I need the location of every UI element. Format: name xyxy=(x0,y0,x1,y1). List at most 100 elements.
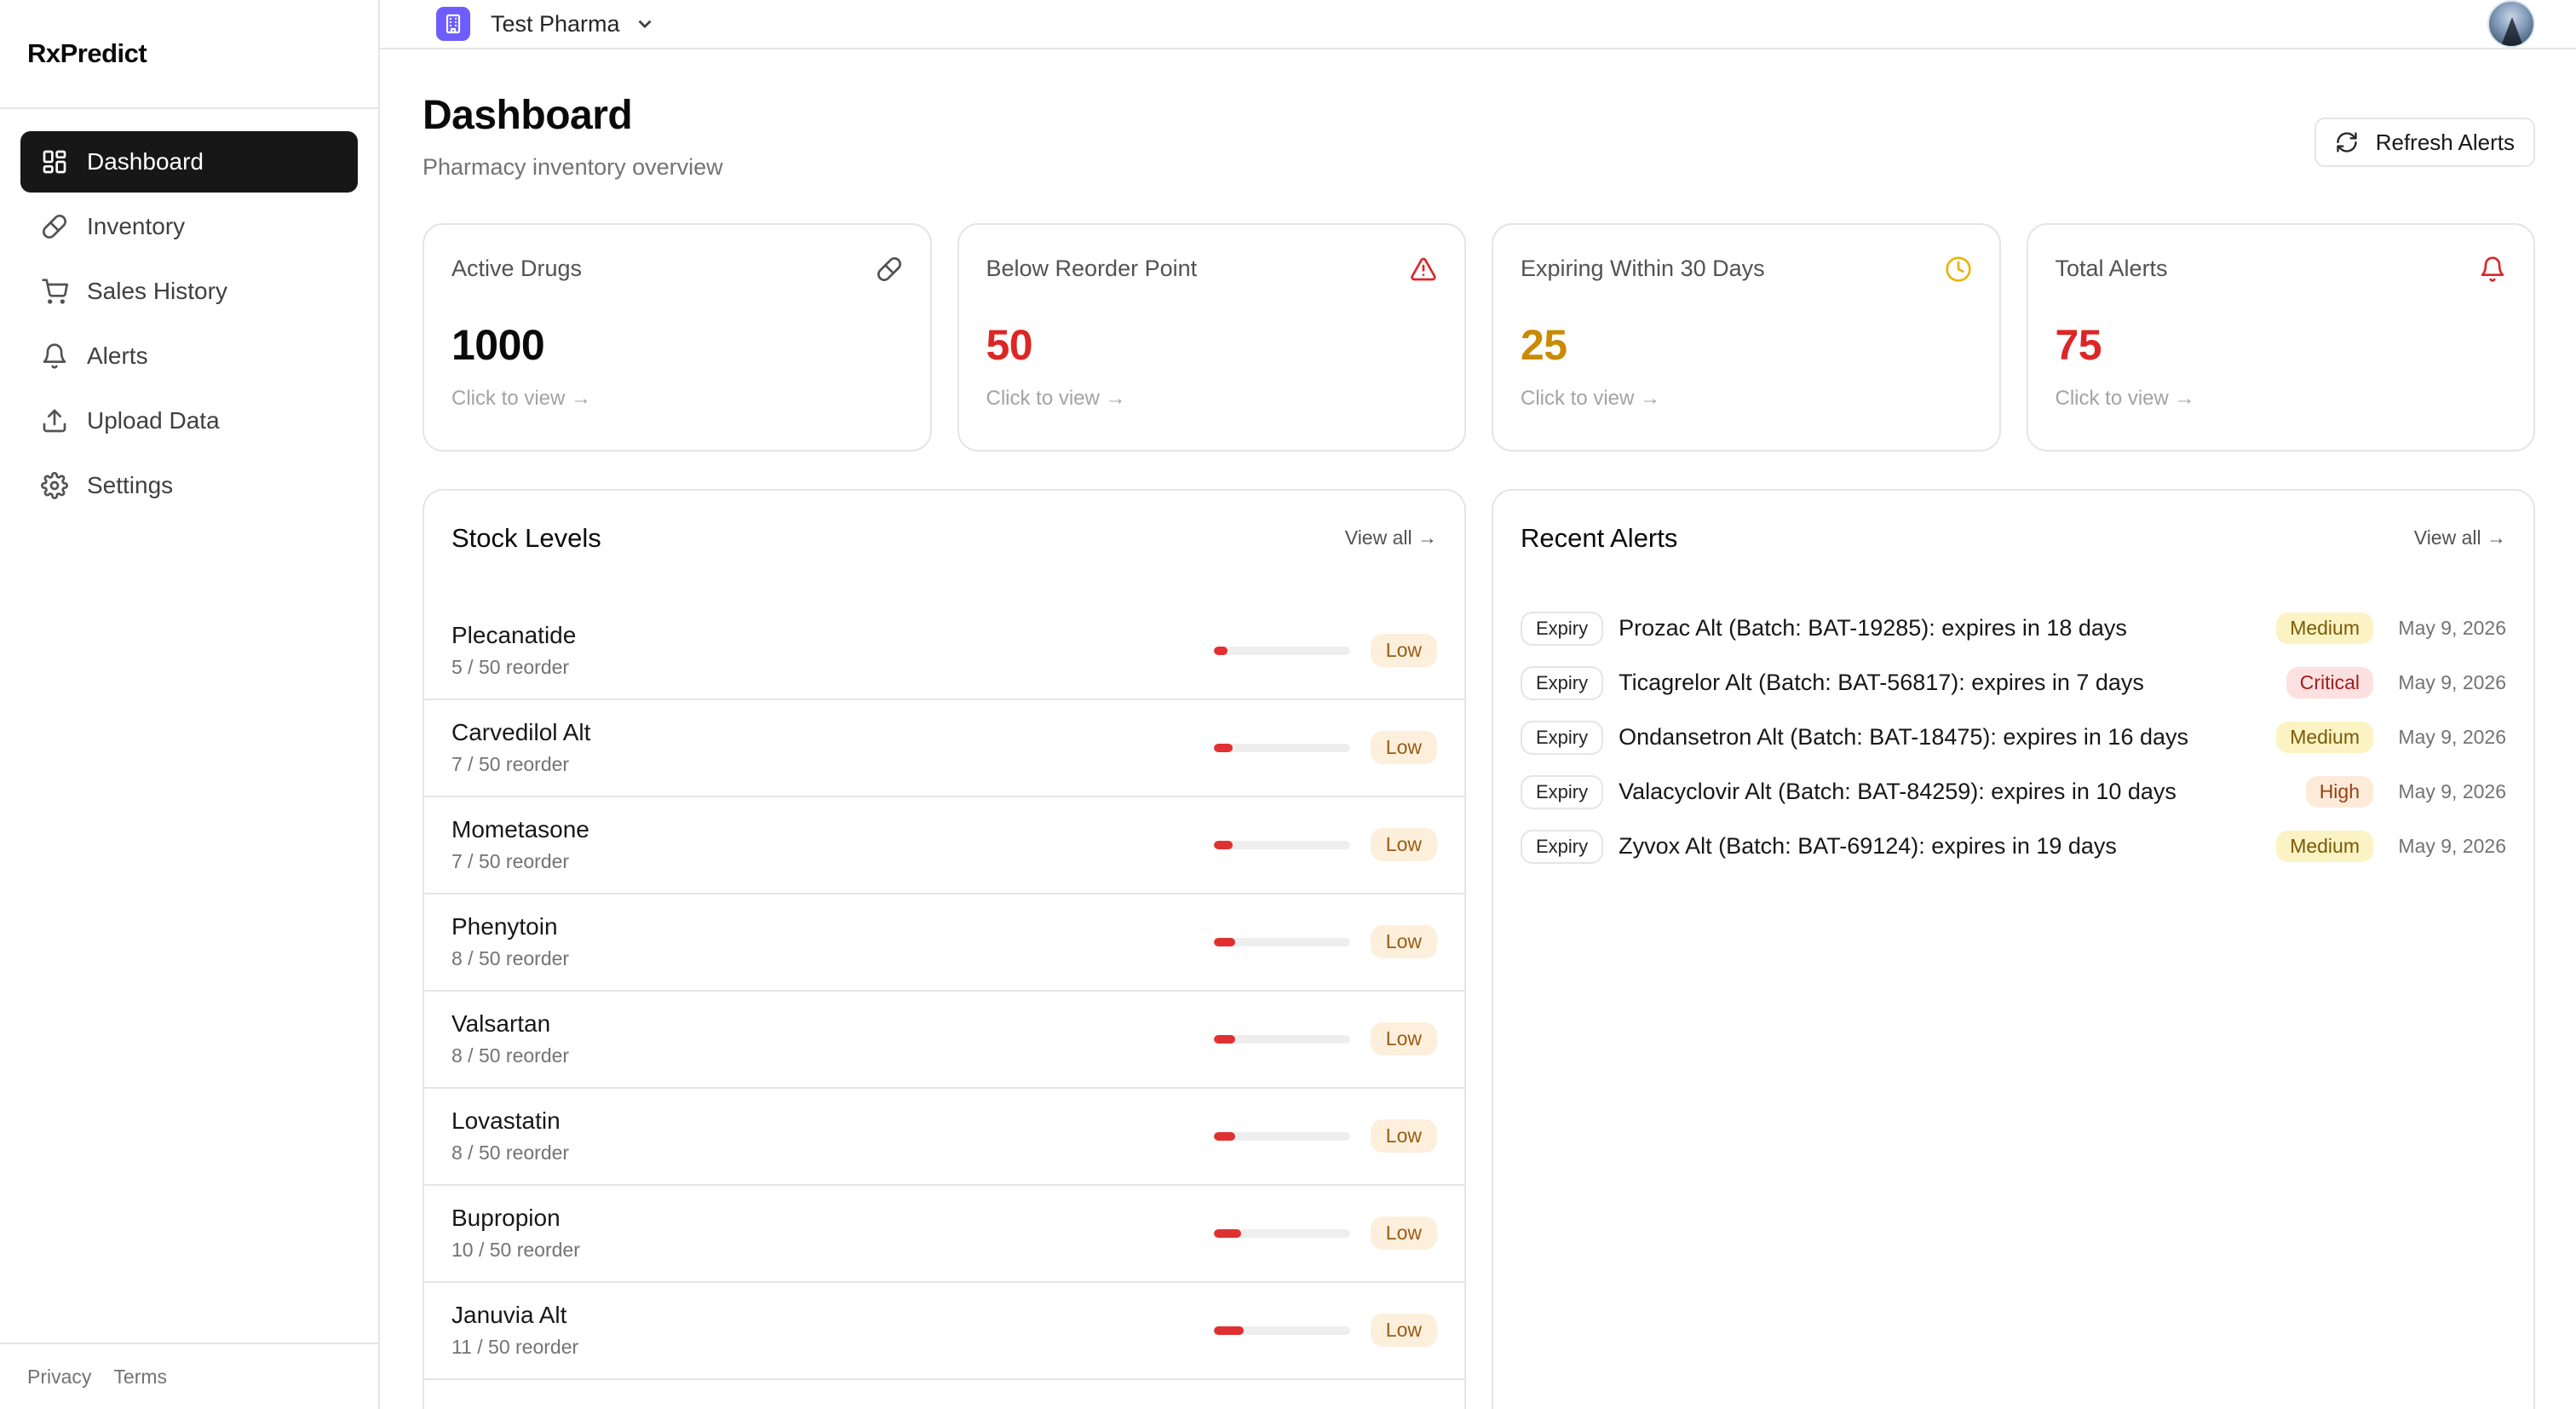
stock-indicator: Low xyxy=(1213,1314,1437,1348)
stock-info: Lovastatin 8 / 50 reorder xyxy=(451,1107,569,1165)
reorder-meta: 10 / 50 reorder xyxy=(451,1239,580,1262)
stock-indicator: Low xyxy=(1213,1119,1437,1153)
stat-value: 50 xyxy=(986,320,1033,369)
stat-value: 1000 xyxy=(451,320,545,369)
alert-date: May 9, 2026 xyxy=(2398,671,2506,694)
alert-type-badge: Expiry xyxy=(1521,774,1604,809)
sidebar-item-alerts[interactable]: Alerts xyxy=(20,325,358,387)
reorder-meta: 8 / 50 reorder xyxy=(451,1044,570,1067)
stock-progress-fill xyxy=(1213,1326,1244,1335)
brand-logo[interactable]: RxPredict xyxy=(0,0,378,109)
list-item[interactable]: Carvedilol Alt 7 / 50 reorder Low xyxy=(424,700,1464,797)
stock-progress-fill xyxy=(1213,743,1233,752)
alert-message: Valacyclovir Alt (Batch: BAT-84259): exp… xyxy=(1619,779,2176,805)
stock-indicator: Low xyxy=(1213,1022,1437,1056)
stat-card-expiring[interactable]: Expiring Within 30 Days 25 Click to view… xyxy=(1492,222,2001,451)
list-item[interactable]: Plecanatide 5 / 50 reorder Low xyxy=(424,603,1464,700)
alert-message: Zyvox Alt (Batch: BAT-69124): expires in… xyxy=(1619,833,2117,860)
sidebar-item-upload-data[interactable]: Upload Data xyxy=(20,390,358,451)
sidebar-item-label: Alerts xyxy=(87,342,148,369)
pill-icon xyxy=(877,256,901,281)
list-item[interactable]: Bupropion 10 / 50 reorder Low xyxy=(424,1186,1464,1283)
stock-progress-bar xyxy=(1213,1131,1350,1141)
bell-icon xyxy=(41,342,68,370)
alert-type-badge: Expiry xyxy=(1521,720,1604,755)
stock-info: Plecanatide 5 / 50 reorder xyxy=(451,622,576,679)
list-item[interactable]: Expiry Zyvox Alt (Batch: BAT-69124): expi… xyxy=(1521,820,2506,874)
reorder-meta: 7 / 50 reorder xyxy=(451,753,570,776)
status-badge: Low xyxy=(1370,731,1437,765)
sidebar-item-label: Sales History xyxy=(87,278,227,304)
stat-card-below-reorder[interactable]: Below Reorder Point 50 Click to view → xyxy=(957,222,1466,451)
warning-icon xyxy=(1411,257,1436,281)
drug-name: Bupropion xyxy=(451,1205,561,1232)
status-badge: Low xyxy=(1370,828,1437,862)
stock-info: Mometasone 7 / 50 reorder xyxy=(451,816,589,873)
org-switcher[interactable]: Test Pharma xyxy=(436,7,656,41)
sidebar-item-dashboard[interactable]: Dashboard xyxy=(20,131,358,193)
alert-date: May 9, 2026 xyxy=(2398,726,2506,749)
drug-name: Januvia Alt xyxy=(451,1302,567,1329)
stock-progress-bar xyxy=(1213,1228,1350,1238)
list-item[interactable]: Expiry Prozac Alt (Batch: BAT-19285): exp… xyxy=(1521,601,2506,656)
sidebar-item-sales-history[interactable]: Sales History xyxy=(20,261,358,322)
sidebar-item-inventory[interactable]: Inventory xyxy=(20,196,358,257)
alert-list: Expiry Prozac Alt (Batch: BAT-19285): exp… xyxy=(1493,601,2533,874)
refresh-alerts-button[interactable]: Refresh Alerts xyxy=(2314,118,2535,167)
sidebar-item-settings[interactable]: Settings xyxy=(20,455,358,516)
gear-icon xyxy=(41,472,68,499)
reorder-meta: 11 / 50 reorder xyxy=(451,1336,579,1359)
stat-link: Click to view → xyxy=(1521,386,1661,410)
list-item[interactable]: Expiry Ondansetron Alt (Batch: BAT-18475)… xyxy=(1521,710,2506,765)
sidebar-footer: Privacy Terms xyxy=(0,1343,378,1409)
upload-icon xyxy=(41,407,68,434)
refresh-alerts-label: Refresh Alerts xyxy=(2375,129,2515,155)
stat-link: Click to view → xyxy=(451,386,592,410)
stat-value: 75 xyxy=(2055,320,2102,369)
stat-cards: Active Drugs 1000 Click to view → Below … xyxy=(423,222,2535,451)
cart-icon xyxy=(41,278,68,305)
stock-progress-bar xyxy=(1213,743,1350,752)
page-header: Dashboard Pharmacy inventory overview Re… xyxy=(423,93,2535,181)
alert-type-badge: Expiry xyxy=(1521,611,1604,646)
list-item[interactable]: Expiry Valacyclovir Alt (Batch: BAT-84259… xyxy=(1521,765,2506,820)
list-item[interactable]: Valsartan 8 / 50 reorder Low xyxy=(424,992,1464,1089)
list-item[interactable]: Lovastatin 8 / 50 reorder Low xyxy=(424,1089,1464,1186)
dashboard-icon xyxy=(41,148,68,175)
reorder-meta: 8 / 50 reorder xyxy=(451,947,570,970)
drug-name: Mometasone xyxy=(451,816,589,843)
stock-info: Carvedilol Alt 7 / 50 reorder xyxy=(451,719,590,776)
severity-badge: Critical xyxy=(2286,667,2373,699)
stat-card-total-alerts[interactable]: Total Alerts 75 Click to view → xyxy=(2026,222,2535,451)
stock-progress-fill xyxy=(1213,840,1233,849)
stat-card-active-drugs[interactable]: Active Drugs 1000 Click to view → xyxy=(423,222,932,451)
stat-label: Expiring Within 30 Days xyxy=(1521,256,1765,282)
refresh-icon xyxy=(2337,132,2357,152)
alert-type-badge: Expiry xyxy=(1521,829,1604,864)
panel-title: Recent Alerts xyxy=(1521,522,1678,553)
stock-indicator: Low xyxy=(1213,634,1437,668)
status-badge: Low xyxy=(1370,1314,1437,1348)
avatar[interactable] xyxy=(2487,0,2535,48)
status-badge: Low xyxy=(1370,1216,1437,1251)
chevron-down-icon xyxy=(638,20,652,29)
list-item[interactable]: Januvia Alt 11 / 50 reorder Low xyxy=(424,1283,1464,1380)
stat-value: 25 xyxy=(1521,320,1567,369)
status-badge: Low xyxy=(1370,925,1437,959)
list-item[interactable]: Mometasone 7 / 50 reorder Low xyxy=(424,797,1464,894)
view-all-link[interactable]: View all → xyxy=(2414,526,2506,549)
severity-badge: Medium xyxy=(2276,612,2373,645)
building-icon xyxy=(436,7,470,41)
severity-badge: High xyxy=(2305,776,2373,808)
pill-icon xyxy=(41,213,68,240)
bell-icon xyxy=(2481,256,2504,282)
drug-name: Phenytoin xyxy=(451,913,558,940)
view-all-link[interactable]: View all → xyxy=(1345,526,1437,549)
main-area: Test Pharma Dashboard Pharmacy inventory… xyxy=(380,0,2576,1409)
list-item[interactable]: Phenytoin 8 / 50 reorder Low xyxy=(424,894,1464,992)
list-item[interactable]: Expiry Ticagrelor Alt (Batch: BAT-56817):… xyxy=(1521,656,2506,710)
stock-info: Phenytoin 8 / 50 reorder xyxy=(451,913,569,970)
stock-indicator: Low xyxy=(1213,828,1437,862)
privacy-link[interactable]: Privacy xyxy=(27,1366,91,1389)
terms-link[interactable]: Terms xyxy=(113,1366,167,1389)
